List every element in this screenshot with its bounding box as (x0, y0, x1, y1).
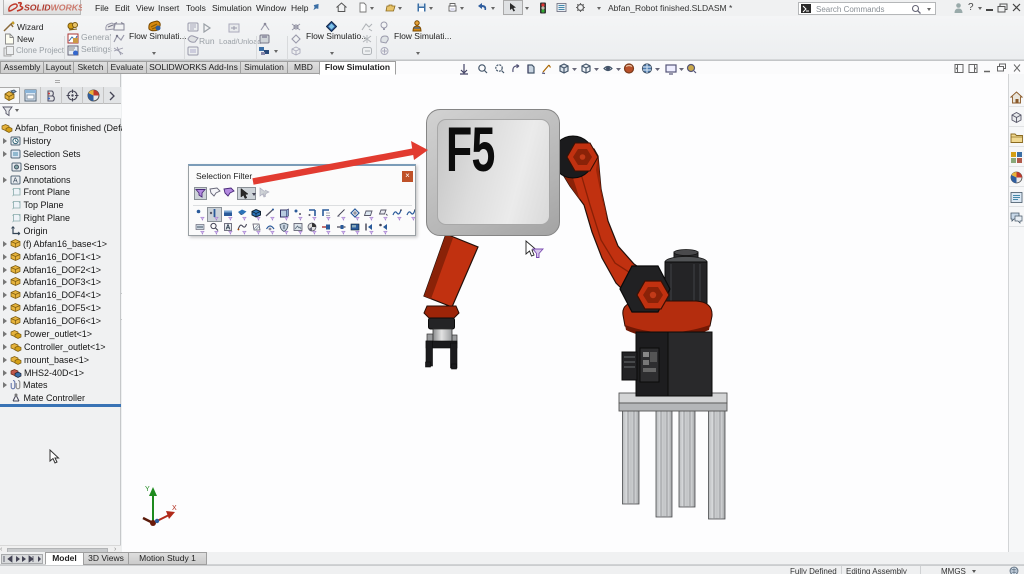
svg-text:A: A (13, 177, 18, 184)
svg-text:SOLIDWORKS: SOLIDWORKS (24, 3, 82, 13)
